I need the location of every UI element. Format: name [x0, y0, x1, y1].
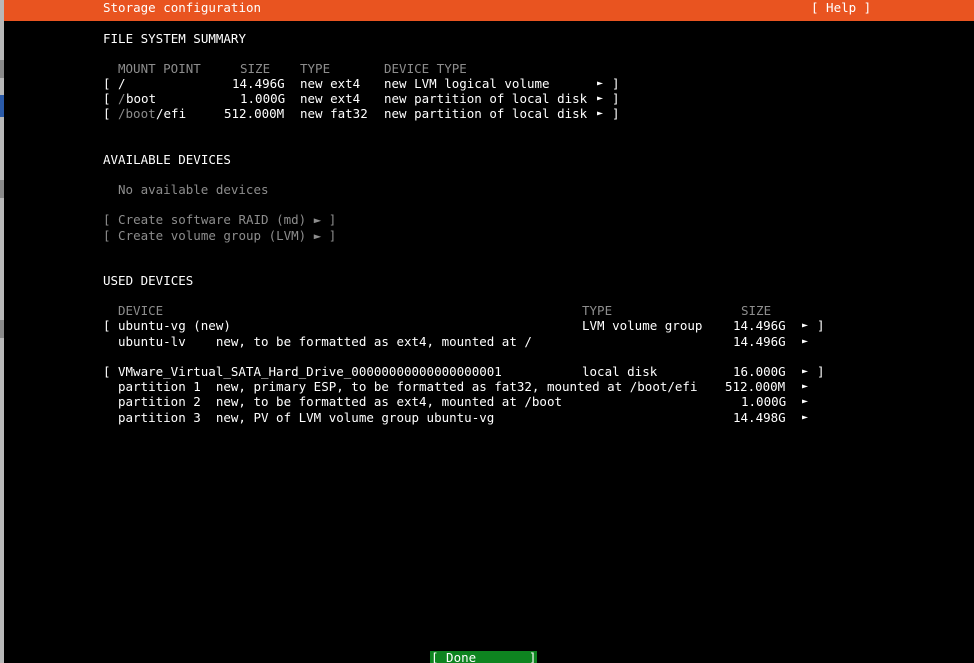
used-devices-heading: USED DEVICES	[103, 273, 194, 288]
used-device-row[interactable]: [ ubuntu-vg (new) LVM volume group 14.49…	[103, 318, 828, 333]
device-type: new partition of local disk	[384, 91, 588, 106]
col-size: SIZE	[741, 303, 772, 318]
fs-type: new fat32	[300, 106, 368, 121]
mount-point: /efi	[156, 106, 187, 121]
col-type: TYPE	[582, 303, 613, 318]
fs-summary-row[interactable]: [ / boot 1.000G new ext4 new partition o…	[103, 91, 623, 106]
col-type: TYPE	[300, 61, 331, 76]
left-edge-mark	[0, 60, 4, 78]
row-open-bracket: [	[103, 318, 111, 333]
row-close-bracket: ]	[612, 76, 620, 91]
device-type: LVM volume group	[582, 318, 703, 333]
mount-point: /	[118, 76, 126, 91]
row-close-bracket: ]	[612, 106, 620, 121]
left-edge-mark	[0, 95, 4, 117]
page-title: Storage configuration	[103, 0, 262, 15]
fs-summary-header-row: MOUNT POINT SIZE TYPE DEVICE TYPE	[103, 61, 467, 76]
device-name: partition 1 new, primary ESP, to be form…	[118, 379, 698, 394]
row-open-bracket: [	[103, 91, 111, 106]
mount-point-prefix: /boot	[118, 106, 156, 121]
size: 512.000M	[224, 106, 285, 121]
device-name: VMware_Virtual_SATA_Hard_Drive_000000000…	[118, 364, 502, 379]
device-size: 1.000G	[741, 394, 787, 409]
size: 14.496G	[232, 76, 285, 91]
device-size: 14.496G	[733, 318, 786, 333]
row-close-bracket: ]	[612, 91, 620, 106]
used-device-row[interactable]: partition 2 new, to be formatted as ext4…	[103, 394, 828, 409]
used-device-row[interactable]: [ VMware_Virtual_SATA_Hard_Drive_0000000…	[103, 364, 828, 379]
device-name: partition 2 new, to be formatted as ext4…	[118, 394, 563, 409]
expand-arrow-icon: ►	[802, 396, 809, 407]
device-type: local disk	[582, 364, 658, 379]
device-size: 512.000M	[725, 379, 786, 394]
fs-summary-row[interactable]: [ /boot /efi 512.000M new fat32 new part…	[103, 106, 623, 121]
device-type: new partition of local disk	[384, 106, 588, 121]
col-size: SIZE	[240, 61, 271, 76]
header-bar: Storage configuration [ Help ]	[4, 0, 974, 21]
mount-point: boot	[126, 91, 157, 106]
row-close-bracket: ]	[817, 318, 825, 333]
device-size: 14.498G	[733, 410, 786, 425]
col-device: DEVICE	[118, 303, 164, 318]
device-type: new LVM logical volume	[384, 76, 550, 91]
device-size: 16.000G	[733, 364, 786, 379]
expand-arrow-icon: ►	[802, 412, 809, 423]
row-open-bracket: [	[103, 364, 111, 379]
fs-summary-row[interactable]: [ / 14.496G new ext4 new LVM logical vol…	[103, 76, 623, 91]
used-device-row[interactable]: ubuntu-lv new, to be formatted as ext4, …	[103, 334, 828, 349]
expand-arrow-icon: ►	[597, 108, 604, 119]
done-button[interactable]: [ Done ]	[430, 651, 537, 663]
expand-arrow-icon: ►	[802, 336, 809, 347]
row-open-bracket: [	[103, 106, 111, 121]
fs-summary-heading: FILE SYSTEM SUMMARY	[103, 31, 246, 46]
device-size: 14.496G	[733, 334, 786, 349]
expand-arrow-icon: ►	[597, 78, 604, 89]
create-raid-button[interactable]: [ Create software RAID (md) ► ]	[103, 212, 336, 227]
used-devices-header-row: DEVICE TYPE SIZE	[103, 303, 771, 318]
fs-type: new ext4	[300, 76, 361, 91]
fs-type: new ext4	[300, 91, 361, 106]
expand-arrow-icon: ►	[597, 93, 604, 104]
expand-arrow-icon: ►	[802, 320, 809, 331]
used-device-row[interactable]: partition 3 new, PV of LVM volume group …	[103, 410, 828, 425]
available-devices-heading: AVAILABLE DEVICES	[103, 152, 231, 167]
device-name: partition 3 new, PV of LVM volume group …	[118, 410, 495, 425]
expand-arrow-icon: ►	[802, 381, 809, 392]
device-name: ubuntu-vg (new)	[118, 318, 231, 333]
mount-point-prefix: /	[118, 91, 126, 106]
used-device-row[interactable]: partition 1 new, primary ESP, to be form…	[103, 379, 828, 394]
col-mount-point: MOUNT POINT	[118, 61, 201, 76]
create-volume-group-button[interactable]: [ Create volume group (LVM) ► ]	[103, 228, 336, 243]
row-close-bracket: ]	[817, 364, 825, 379]
left-edge-mark	[0, 180, 4, 198]
no-devices-text: No available devices	[118, 182, 269, 197]
left-window-edge	[0, 0, 4, 663]
row-open-bracket: [	[103, 76, 111, 91]
col-device-type: DEVICE TYPE	[384, 61, 467, 76]
device-name: ubuntu-lv new, to be formatted as ext4, …	[118, 334, 532, 349]
size: 1.000G	[240, 91, 286, 106]
left-edge-mark	[0, 320, 4, 338]
expand-arrow-icon: ►	[802, 366, 809, 377]
help-button[interactable]: [ Help ]	[811, 0, 871, 16]
